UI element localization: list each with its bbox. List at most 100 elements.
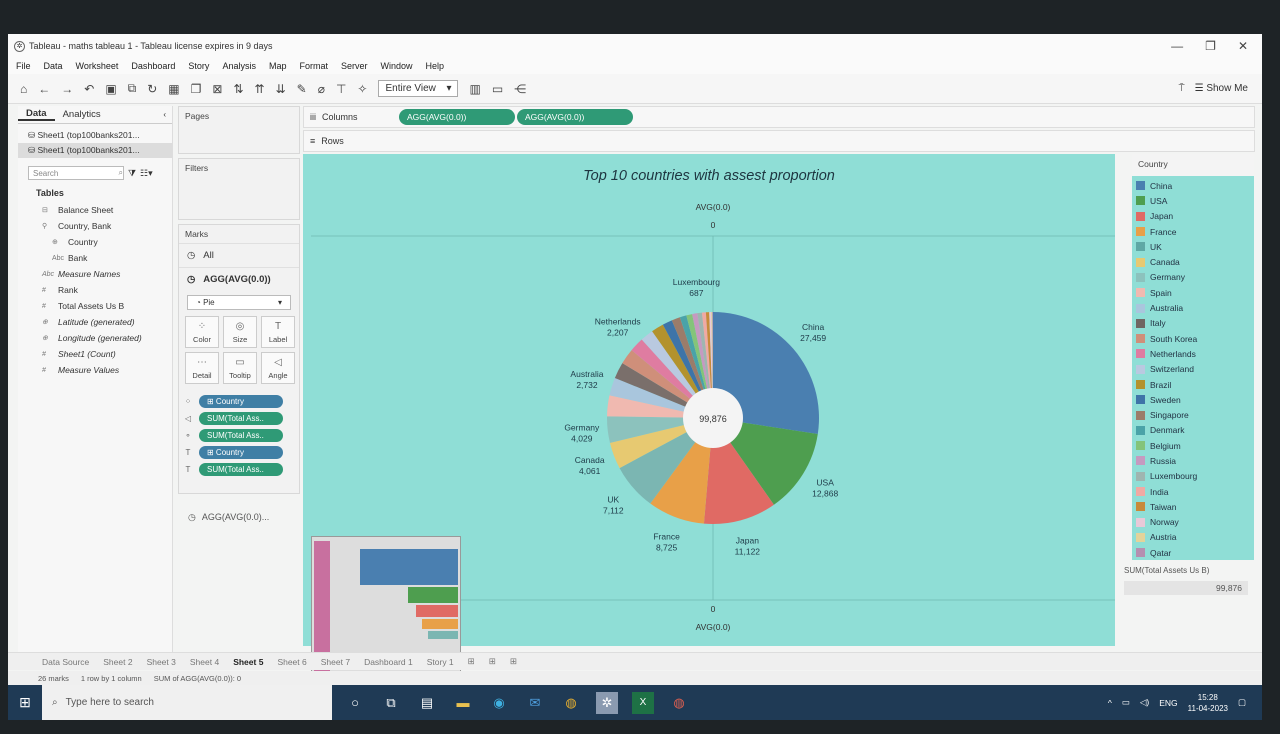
highlight-icon[interactable]: ✎: [297, 82, 307, 96]
datasource-item-selected[interactable]: ⛁ Sheet1 (top100banks201...: [18, 143, 172, 158]
legend-item[interactable]: Switzerland: [1132, 362, 1254, 377]
field-item[interactable]: # Measure Values: [18, 362, 172, 378]
field-item[interactable]: # Total Assets Us B: [18, 298, 172, 314]
menu-item-story[interactable]: Story: [188, 61, 209, 71]
marks-all-row[interactable]: ◷ All: [179, 243, 299, 267]
sheet-tab-sheet-3[interactable]: Sheet 3: [147, 657, 176, 667]
detail-button[interactable]: ⋯ Detail: [185, 352, 219, 384]
field-item[interactable]: ⊟ Balance Sheet: [18, 202, 172, 218]
legend-item[interactable]: Japan: [1132, 209, 1254, 224]
save-icon[interactable]: ▣: [105, 82, 116, 96]
sheet-tab-story-1[interactable]: Story 1: [427, 657, 454, 667]
legend-item[interactable]: Australia: [1132, 300, 1254, 315]
legend-item[interactable]: Brazil: [1132, 377, 1254, 392]
field-item[interactable]: ⚲ Country, Bank: [18, 218, 172, 234]
home-icon[interactable]: ⌂: [20, 82, 27, 96]
pin-sign-icon[interactable]: ⍑: [1179, 83, 1185, 94]
task-view-icon[interactable]: ⧉: [380, 692, 402, 714]
legend-item[interactable]: Taiwan: [1132, 499, 1254, 514]
chrome-icon[interactable]: ◍: [560, 692, 582, 714]
chrome-profile-icon[interactable]: ◍: [668, 692, 690, 714]
mark-pill[interactable]: SUM(Total Ass..: [199, 429, 283, 442]
clear-icon[interactable]: ⊠: [212, 82, 222, 96]
file-explorer-icon[interactable]: ▬: [452, 692, 474, 714]
label-toggle-icon[interactable]: ⊤: [336, 82, 346, 96]
field-item[interactable]: # Sheet1 (Count): [18, 346, 172, 362]
field-item[interactable]: ⊕ Latitude (generated): [18, 314, 172, 330]
back-arrow-icon[interactable]: ←: [38, 82, 50, 96]
color-button[interactable]: ⁘ Color: [185, 316, 219, 348]
mark-pill[interactable]: ⊞ Country: [199, 446, 283, 459]
field-item[interactable]: ⊕ Country: [18, 234, 172, 250]
excel-icon[interactable]: X: [632, 691, 654, 714]
legend-item[interactable]: Belgium: [1132, 438, 1254, 453]
new-worksheet-icon[interactable]: ▦: [168, 82, 179, 96]
label-button[interactable]: T Label: [261, 316, 295, 348]
filter-icon[interactable]: ⧩: [128, 168, 136, 179]
legend-item[interactable]: Norway: [1132, 515, 1254, 530]
sheet-tab-sheet-2[interactable]: Sheet 2: [103, 657, 132, 667]
mark-pill[interactable]: SUM(Total Ass..: [199, 463, 283, 476]
search-input[interactable]: Search ⌕: [28, 166, 124, 180]
menu-item-file[interactable]: File: [16, 61, 31, 71]
undo-icon[interactable]: ↶: [84, 82, 94, 96]
legend-item[interactable]: UK: [1132, 239, 1254, 254]
legend-item[interactable]: China: [1132, 178, 1254, 193]
tooltip-button[interactable]: ▭ Tooltip: [223, 352, 257, 384]
legend-item[interactable]: Russia: [1132, 453, 1254, 468]
sheet-tab-sheet-4[interactable]: Sheet 4: [190, 657, 219, 667]
legend-item[interactable]: France: [1132, 224, 1254, 239]
legend-item[interactable]: Sweden: [1132, 392, 1254, 407]
store-icon[interactable]: ▤: [416, 692, 438, 714]
columns-pill[interactable]: AGG(AVG(0.0)): [517, 109, 633, 125]
menu-item-format[interactable]: Format: [299, 61, 328, 71]
taskbar-search[interactable]: ⌕ Type here to search: [42, 685, 332, 720]
rows-shelf[interactable]: ≡ Rows: [303, 130, 1255, 152]
menu-item-data[interactable]: Data: [44, 61, 63, 71]
angle-button[interactable]: ◁ Angle: [261, 352, 295, 384]
cortana-icon[interactable]: ○: [344, 692, 366, 714]
notification-icon[interactable]: ▢: [1238, 697, 1246, 708]
new-story-tab-icon[interactable]: ⊞: [510, 656, 517, 667]
columns-shelf[interactable]: iii Columns AGG(AVG(0.0)) AGG(AVG(0.0)): [303, 106, 1255, 128]
menu-item-dashboard[interactable]: Dashboard: [131, 61, 175, 71]
pages-card[interactable]: Pages: [178, 106, 300, 154]
legend-item[interactable]: Luxembourg: [1132, 469, 1254, 484]
field-item[interactable]: # Rank: [18, 282, 172, 298]
sort-desc-icon[interactable]: ⇊: [276, 82, 286, 96]
volume-icon[interactable]: ◁): [1140, 697, 1149, 708]
network-icon[interactable]: ▭: [1122, 697, 1130, 708]
sheet-tab-sheet-7[interactable]: Sheet 7: [321, 657, 350, 667]
menu-item-help[interactable]: Help: [426, 61, 445, 71]
mark-pill[interactable]: ⊞ Country: [199, 395, 283, 408]
sheet-tab-sheet-6[interactable]: Sheet 6: [277, 657, 306, 667]
share-icon[interactable]: ⋲: [514, 82, 526, 96]
legend-item[interactable]: Denmark: [1132, 423, 1254, 438]
mail-icon[interactable]: ✉: [524, 692, 546, 714]
legend-item[interactable]: South Korea: [1132, 331, 1254, 346]
menu-item-window[interactable]: Window: [381, 61, 413, 71]
menu-item-analysis[interactable]: Analysis: [222, 61, 256, 71]
edge-icon[interactable]: ◉: [488, 692, 510, 714]
legend-item[interactable]: Germany: [1132, 270, 1254, 285]
minimize-button[interactable]: —: [1171, 39, 1183, 53]
collapse-pane-icon[interactable]: ‹: [163, 110, 172, 119]
view-options-icon[interactable]: ☷▾: [140, 168, 153, 179]
view-mode-select[interactable]: Entire View ▾: [378, 80, 459, 97]
columns-pill[interactable]: AGG(AVG(0.0)): [399, 109, 515, 125]
mark-pill[interactable]: SUM(Total Ass..: [199, 412, 283, 425]
tab-data[interactable]: Data: [18, 108, 55, 121]
refresh-icon[interactable]: ↻: [147, 82, 157, 96]
filters-card[interactable]: Filters: [178, 158, 300, 220]
tableau-taskbar-icon[interactable]: ✲: [596, 691, 618, 714]
windows-start-icon[interactable]: ⊞: [8, 694, 42, 711]
new-worksheet-tab-icon[interactable]: ⊞: [468, 656, 475, 667]
presentation-icon[interactable]: ▭: [492, 82, 503, 96]
marks-agg-row[interactable]: ◷ AGG(AVG(0.0)): [179, 267, 299, 291]
tab-analytics[interactable]: Analytics: [55, 109, 109, 120]
legend-item[interactable]: USA: [1132, 193, 1254, 208]
legend-item[interactable]: Spain: [1132, 285, 1254, 300]
legend-item[interactable]: India: [1132, 484, 1254, 499]
agg-bottom-row[interactable]: ◷ AGG(AVG(0.0)...: [178, 498, 300, 537]
legend-item[interactable]: Canada: [1132, 254, 1254, 269]
